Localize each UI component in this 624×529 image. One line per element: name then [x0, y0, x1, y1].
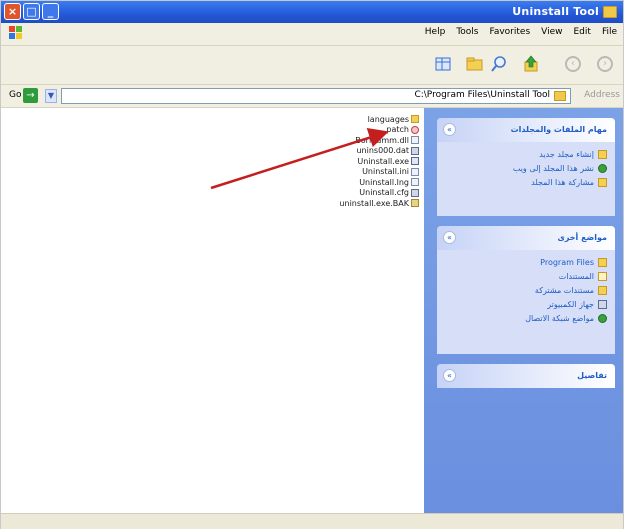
status-bar	[1, 513, 623, 529]
folder-icon	[554, 91, 566, 101]
list-item[interactable]: Borlndmm.dll	[279, 135, 419, 146]
list-item[interactable]: languages	[279, 114, 419, 125]
address-bar: Go → ▼ C:\Program Files\Uninstall Tool A…	[1, 85, 623, 108]
place-link[interactable]: مستندات مشتركة	[445, 283, 607, 297]
application-icon	[411, 157, 419, 166]
folder-icon	[598, 257, 607, 267]
expand-icon[interactable]: «	[443, 369, 456, 382]
file-name: Uninstall.ini	[362, 167, 409, 177]
up-folder-icon[interactable]	[521, 54, 541, 74]
list-item[interactable]: Uninstall.cfg	[279, 188, 419, 199]
menu-view[interactable]: View	[541, 27, 562, 37]
panel-header[interactable]: « مواضع أخرى	[437, 226, 615, 250]
file-name: patch	[386, 125, 409, 135]
patch-icon	[411, 125, 419, 134]
settings-file-icon	[411, 188, 419, 197]
place-link[interactable]: المستندات	[445, 269, 607, 283]
settings-file-icon	[411, 146, 419, 155]
place-label: مواضع شبكة الاتصال	[525, 313, 594, 323]
place-label: جهاز الكمبيوتر	[547, 299, 594, 309]
menu-bar: Help Tools Favorites View Edit File	[1, 23, 623, 46]
search-icon[interactable]	[489, 54, 509, 74]
task-link[interactable]: إنشاء مجلد جديد	[445, 147, 607, 161]
panel-title: مهام الملفات والمجلدات	[510, 125, 607, 134]
archive-icon	[411, 199, 419, 208]
close-button[interactable]: ×	[4, 3, 21, 20]
address-dropdown-button[interactable]: ▼	[45, 89, 57, 103]
new-folder-icon	[598, 149, 607, 159]
place-link[interactable]: Program Files	[445, 255, 607, 269]
toolbar: ‹ ›	[1, 46, 623, 85]
place-label: المستندات	[558, 271, 594, 281]
shared-documents-icon	[598, 285, 607, 295]
place-label: مستندات مشتركة	[534, 285, 594, 295]
file-name: Borlndmm.dll	[355, 135, 409, 145]
address-input[interactable]: C:\Program Files\Uninstall Tool	[61, 88, 571, 104]
list-item[interactable]: Uninstall.lng	[279, 177, 419, 188]
views-icon[interactable]	[433, 54, 453, 74]
list-item[interactable]: uninstall.exe.BAK	[279, 198, 419, 209]
explorer-window: × □ _ Uninstall Tool Help Tools Favorite…	[0, 0, 624, 529]
list-item[interactable]: unins000.dat	[279, 146, 419, 157]
collapse-icon[interactable]: «	[443, 231, 456, 244]
window-title: Uninstall Tool	[512, 5, 599, 18]
list-item[interactable]: patch	[279, 125, 419, 136]
details-panel: « تفاصيل	[437, 364, 615, 388]
list-item[interactable]: Uninstall.ini	[279, 167, 419, 178]
other-places-panel: « مواضع أخرى Program Files المستندات مست…	[437, 226, 615, 354]
menu-favorites[interactable]: Favorites	[489, 27, 530, 37]
file-icon	[411, 167, 419, 176]
task-link[interactable]: مشاركة هذا المجلد	[445, 175, 607, 189]
file-name: Uninstall.exe	[357, 156, 409, 166]
file-icon	[411, 178, 419, 187]
forward-icon[interactable]: ›	[595, 54, 615, 74]
file-list: languages patch Borlndmm.dll unins000.da…	[279, 114, 419, 209]
minimize-button[interactable]: _	[42, 3, 59, 20]
file-name: uninstall.exe.BAK	[339, 198, 409, 208]
computer-icon	[598, 299, 607, 309]
documents-icon	[598, 271, 607, 281]
file-tasks-panel: « مهام الملفات والمجلدات إنشاء مجلد جديد…	[437, 118, 615, 216]
place-label: Program Files	[540, 257, 594, 267]
panel-title: مواضع أخرى	[557, 233, 607, 242]
windows-logo-icon	[9, 26, 23, 40]
menu-help[interactable]: Help	[425, 27, 446, 37]
file-name: languages	[367, 114, 409, 124]
task-label: مشاركة هذا المجلد	[531, 177, 594, 187]
back-icon[interactable]: ‹	[563, 54, 583, 74]
task-link[interactable]: نشر هذا المجلد إلى ويب	[445, 161, 607, 175]
go-button[interactable]: →	[23, 88, 38, 103]
collapse-icon[interactable]: «	[443, 123, 456, 136]
place-link[interactable]: جهاز الكمبيوتر	[445, 297, 607, 311]
menu-items: Help Tools Favorites View Edit File	[425, 27, 617, 37]
panel-header[interactable]: « تفاصيل	[437, 364, 615, 388]
maximize-button[interactable]: □	[23, 3, 40, 20]
file-name: Uninstall.cfg	[359, 188, 409, 198]
menu-file[interactable]: File	[602, 27, 617, 37]
task-pane: « مهام الملفات والمجلدات إنشاء مجلد جديد…	[424, 108, 623, 513]
address-label: Address	[584, 90, 620, 100]
panel-header[interactable]: « مهام الملفات والمجلدات	[437, 118, 615, 142]
folders-icon[interactable]	[465, 54, 485, 74]
file-icon	[411, 136, 419, 145]
panel-title: تفاصيل	[577, 371, 607, 380]
folder-icon	[603, 6, 617, 18]
content-area: languages patch Borlndmm.dll unins000.da…	[1, 108, 623, 513]
network-icon	[598, 313, 607, 323]
task-label: نشر هذا المجلد إلى ويب	[512, 163, 594, 173]
file-name: Uninstall.lng	[359, 177, 409, 187]
globe-icon	[598, 163, 607, 173]
folder-icon	[411, 115, 419, 124]
task-label: إنشاء مجلد جديد	[539, 149, 594, 159]
share-folder-icon	[598, 177, 607, 187]
file-name: unins000.dat	[356, 146, 409, 156]
place-link[interactable]: مواضع شبكة الاتصال	[445, 311, 607, 325]
list-item[interactable]: Uninstall.exe	[279, 156, 419, 167]
menu-edit[interactable]: Edit	[574, 27, 591, 37]
go-label: Go	[9, 90, 22, 100]
title-bar[interactable]: × □ _ Uninstall Tool	[1, 1, 623, 23]
menu-tools[interactable]: Tools	[456, 27, 478, 37]
address-path: C:\Program Files\Uninstall Tool	[414, 90, 550, 100]
